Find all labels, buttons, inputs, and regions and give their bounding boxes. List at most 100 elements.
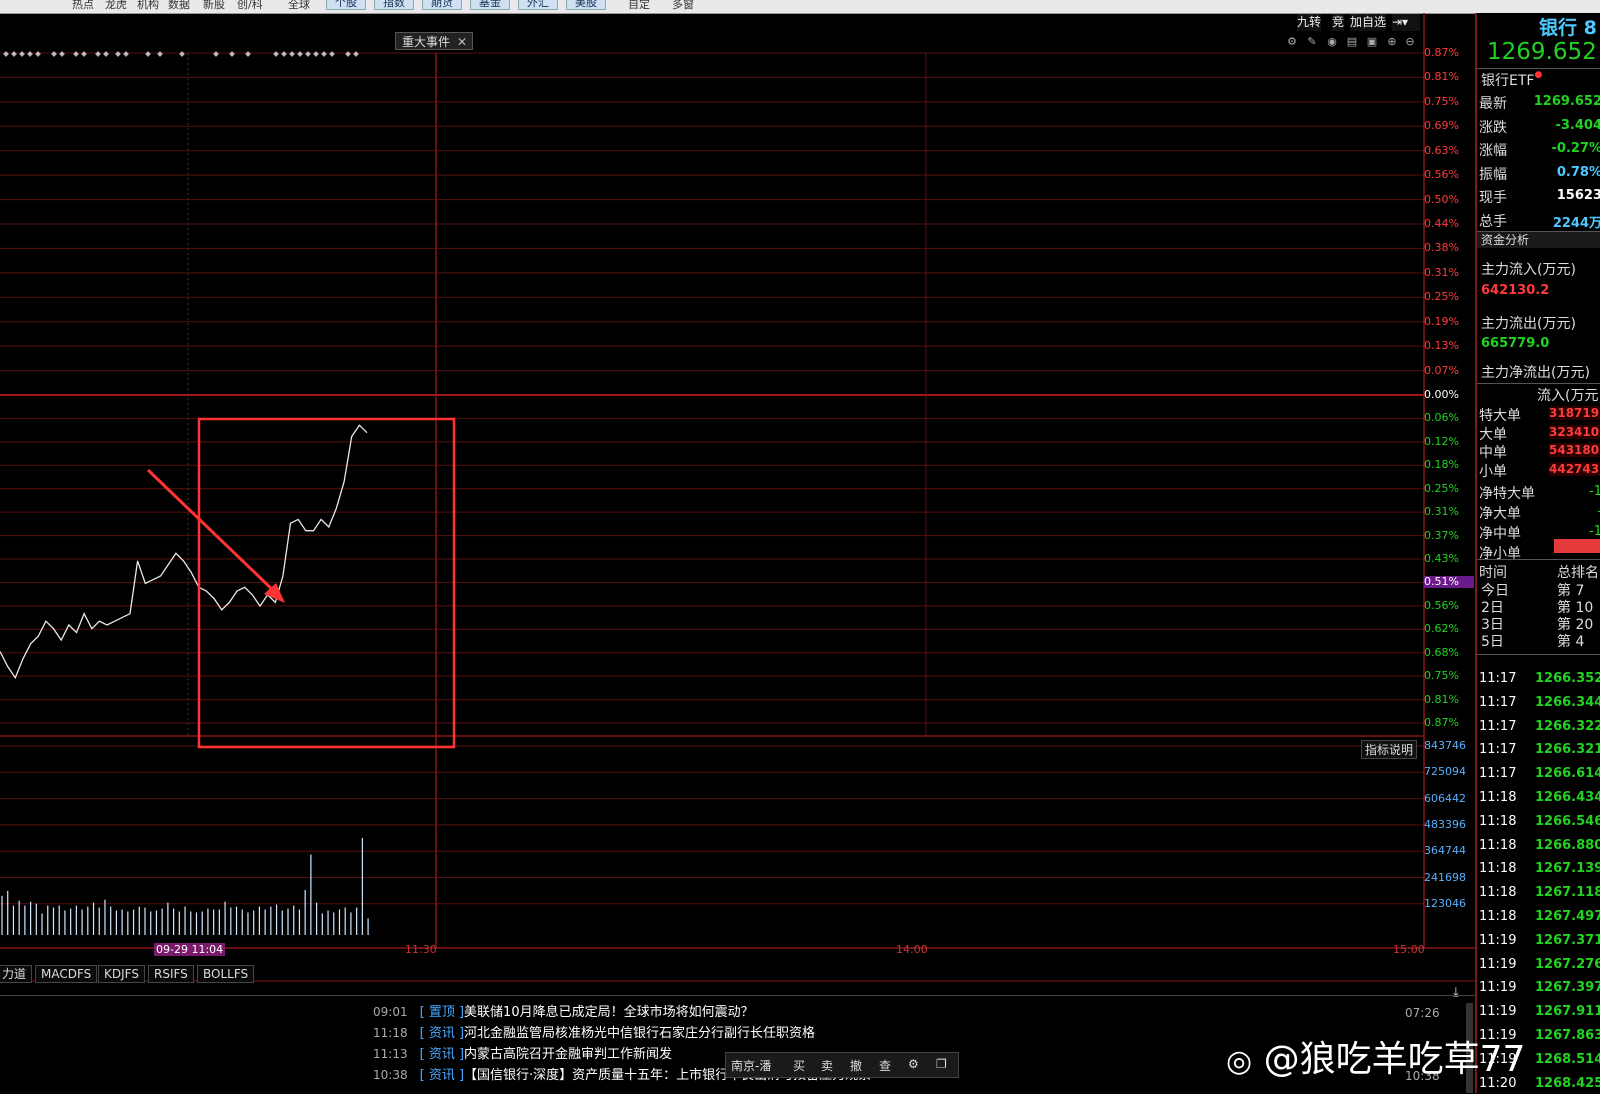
tick-time: 11:17 (1479, 671, 1516, 686)
time-label-1400: 14:00 (896, 943, 928, 956)
percent-label: 0.06% (1424, 412, 1459, 424)
inflow-label: 主力流入(万元) (1481, 259, 1576, 279)
cursor-time-label: 09-29 11:04 (154, 943, 225, 956)
add-watchlist-button[interactable]: 加自选 (1350, 14, 1386, 31)
jing-button[interactable]: 竞 (1332, 14, 1344, 31)
menu-item-custom[interactable]: 自定 (628, 0, 650, 12)
volume-label: 483396 (1424, 819, 1466, 831)
tick-price: 1267.118 (1535, 885, 1600, 900)
news-bracket-left: [ (420, 1068, 429, 1083)
account-label[interactable]: 南京-潘 (731, 1057, 771, 1074)
trade-float-bar: 南京-潘 买 卖 撤 查 ⚙ ❐ (725, 1052, 959, 1078)
query-button[interactable]: 查 (879, 1057, 891, 1074)
etf-link[interactable]: 银行ETF● (1481, 70, 1542, 90)
news-bracket-right: ] (455, 1068, 464, 1083)
net-outflow-label: 主力净流出(万元) (1481, 362, 1590, 382)
tick-time: 11:19 (1479, 957, 1516, 972)
gear-icon[interactable]: ⚙ (1286, 36, 1298, 48)
volume-label: 364744 (1424, 845, 1466, 857)
indicator-note-button[interactable]: 指标说明 (1361, 740, 1417, 759)
zoom-out-icon[interactable]: ⊖ (1404, 36, 1416, 48)
news-time: 11:18 (373, 1026, 408, 1040)
quote-label: 最新 (1479, 93, 1507, 113)
tick-time: 11:18 (1479, 885, 1516, 900)
event-marker (213, 51, 219, 57)
menu-button-fund[interactable]: 基金 (470, 0, 510, 10)
menu-button-futures[interactable]: 期货 (422, 0, 462, 10)
event-marker (95, 51, 101, 57)
tick-time: 11:17 (1479, 766, 1516, 781)
menu-item-multi-window[interactable]: 多窗 (672, 0, 694, 12)
volume-label: 241698 (1424, 872, 1466, 884)
quote-panel: 银行 8 1269.652 银行ETF● 最新1269.652涨跌-3.404涨… (1475, 13, 1600, 1093)
news-bracket-left: [ (420, 1026, 429, 1041)
menu-button-index[interactable]: 指数 (374, 0, 414, 10)
pen-icon[interactable]: ✎ (1306, 36, 1318, 48)
news-tag: 资讯 (429, 1068, 455, 1083)
quote-value: -3.404 (1555, 118, 1600, 133)
buy-button[interactable]: 买 (793, 1057, 805, 1074)
tab-macdfs[interactable]: MACDFS (35, 965, 97, 983)
flow-value: 442743 (1549, 462, 1600, 476)
percent-label: 0.19% (1424, 316, 1459, 328)
menu-item-global[interactable]: 全球 (288, 0, 310, 12)
cancel-order-button[interactable]: 撤 (850, 1057, 862, 1074)
menu-item-hot[interactable]: 热点 (72, 0, 94, 12)
flow-label: 特大单 (1479, 405, 1521, 425)
quote-value: -0.27% (1552, 141, 1600, 156)
net-label: 净中单 (1479, 523, 1521, 543)
news-headline: 内蒙古高院召开金融审判工作新闻发 (464, 1047, 672, 1062)
menu-item-dragon-tiger[interactable]: 龙虎 (105, 0, 127, 12)
gear-icon[interactable]: ⚙ (908, 1057, 919, 1071)
tick-time: 11:17 (1479, 719, 1516, 734)
news-bracket-right: ] (455, 1005, 464, 1020)
zoom-in-icon[interactable]: ⊕ (1386, 36, 1398, 48)
percent-label: 0.81% (1424, 694, 1459, 706)
eye-icon[interactable]: ◉ (1326, 36, 1338, 48)
tick-price: 1267.397 (1535, 980, 1600, 995)
event-marker (157, 51, 163, 57)
percent-label: 0.63% (1424, 145, 1459, 157)
news-item[interactable]: 09:01[ 置顶 ]美联储10月降息已成定局！全球市场将如何震动？ (373, 1004, 754, 1021)
news-item[interactable]: 11:18[ 资讯 ]河北金融监管局核准杨光中信银行石家庄分行副行长任职资格 (373, 1025, 815, 1042)
event-tag[interactable]: 重大事件 ✕ (395, 32, 473, 50)
close-icon[interactable]: ✕ (457, 33, 467, 51)
percent-label: 0.43% (1424, 553, 1459, 565)
window-icon[interactable]: ❐ (936, 1057, 947, 1071)
percent-label: 0.31% (1424, 506, 1459, 518)
menu-item-data[interactable]: 数据 (168, 0, 190, 12)
tick-price: 1266.344 (1535, 695, 1600, 710)
etf-label: 银行ETF (1481, 73, 1534, 89)
percent-label: 0.07% (1424, 365, 1459, 377)
tab-bollfs[interactable]: BOLLFS (197, 965, 254, 983)
inflow-value: 642130.2 (1481, 283, 1549, 298)
menu-button-forex[interactable]: 外汇 (518, 0, 558, 10)
pin-icon[interactable]: ⇥▾ (1392, 14, 1420, 31)
menu-item-star-market[interactable]: 创/科 (237, 0, 263, 12)
event-marker (59, 51, 65, 57)
jiuzhuan-button[interactable]: 九转 (1297, 14, 1321, 31)
tick-time: 11:18 (1479, 838, 1516, 853)
event-marker (11, 51, 17, 57)
menu-item-institution[interactable]: 机构 (137, 0, 159, 12)
menu-button-stock[interactable]: 个股 (326, 0, 366, 10)
print-icon[interactable]: ▤ (1346, 36, 1358, 48)
event-marker (73, 51, 79, 57)
event-marker (289, 51, 295, 57)
sell-button[interactable]: 卖 (821, 1057, 833, 1074)
watermark-text: @狼吃羊吃草77 (1264, 1039, 1526, 1080)
event-marker (345, 51, 351, 57)
index-name: 银行 8 (1539, 13, 1597, 40)
news-headline: 美联储10月降息已成定局！全球市场将如何震动？ (464, 1005, 754, 1020)
lock-icon[interactable]: ▣ (1366, 36, 1378, 48)
quote-value: 0.78% (1557, 165, 1600, 180)
tab-kdjfs[interactable]: KDJFS (98, 965, 145, 983)
menu-item-new-stock[interactable]: 新股 (203, 0, 225, 12)
tick-price: 1268.425 (1535, 1076, 1600, 1091)
tab-lidao[interactable]: 力道 (0, 965, 32, 983)
news-item[interactable]: 11:13[ 资讯 ]内蒙古高院召开金融审判工作新闻发 (373, 1046, 672, 1063)
tab-rsifs[interactable]: RSIFS (148, 965, 194, 983)
menu-button-us-stock[interactable]: 美股 (566, 0, 606, 10)
tick-time: 11:19 (1479, 1004, 1516, 1019)
net-value: -1 (1589, 524, 1600, 539)
